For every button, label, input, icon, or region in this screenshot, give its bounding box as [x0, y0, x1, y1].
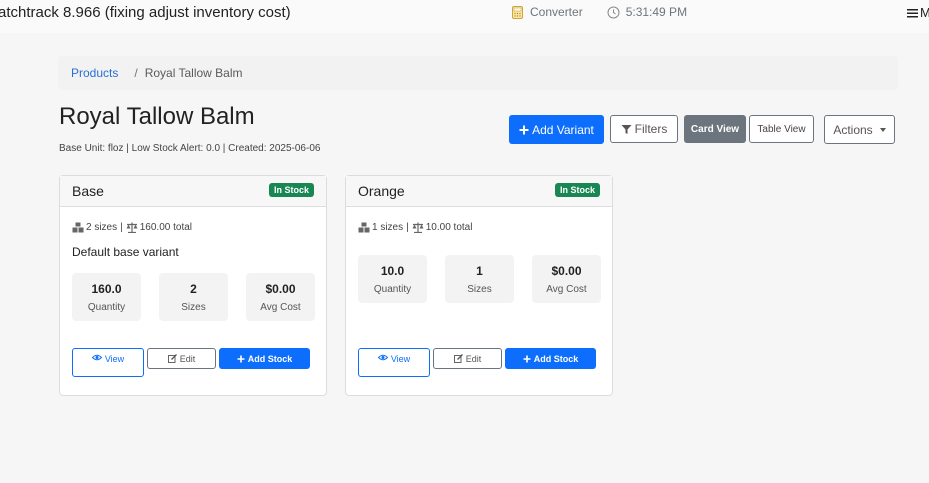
calculator-icon	[512, 5, 523, 19]
view-label: View	[104, 354, 125, 364]
card-header: Base In Stock	[60, 176, 326, 207]
variant-stats: 160.0 Quantity 2 Sizes $0.00 Avg Cost	[72, 273, 315, 321]
variant-card: Orange In Stock 1 sizes | 10.00 total 10…	[345, 175, 613, 396]
plus-icon	[523, 355, 531, 362]
sizes-count: 1 sizes	[372, 222, 404, 233]
breadcrumb-current: Royal Tallow Balm	[144, 66, 243, 80]
converter-label: Converter	[530, 5, 583, 19]
edit-icon	[453, 354, 463, 363]
stat-label: Avg Cost	[546, 283, 587, 295]
stat-label: Sizes	[467, 283, 492, 295]
menu-label: M	[920, 5, 929, 20]
actions-dropdown[interactable]: Actions	[824, 115, 895, 144]
add-variant-label: Add Variant	[532, 122, 594, 137]
card-actions: View Edit Add Stock	[72, 348, 310, 377]
stat-value: 2	[190, 281, 197, 296]
variant-name: Orange	[358, 183, 405, 199]
variant-description: Default base variant	[72, 245, 179, 259]
stat-sizes: 2 Sizes	[159, 273, 228, 321]
card-view-button[interactable]: Card View	[684, 115, 746, 143]
edit-button[interactable]: Edit	[433, 348, 502, 369]
chevron-down-icon	[879, 127, 886, 132]
filters-label: Filters	[634, 122, 668, 136]
summary-separator: |	[120, 222, 123, 233]
variant-name: Base	[72, 183, 104, 199]
eye-icon	[91, 354, 102, 361]
table-view-button[interactable]: Table View	[749, 115, 814, 143]
stat-value: 1	[476, 263, 483, 278]
add-variant-button[interactable]: Add Variant	[509, 115, 604, 144]
stat-value: 160.0	[91, 281, 122, 296]
total-quantity: 160.00 total	[139, 222, 192, 233]
menu-button[interactable]: M	[907, 5, 929, 20]
boxes-icon	[72, 222, 84, 233]
stat-label: Quantity	[87, 301, 126, 313]
view-button[interactable]: View	[72, 348, 144, 377]
breadcrumb: Products / Royal Tallow Balm	[58, 56, 898, 90]
stat-avg-cost: $0.00 Avg Cost	[532, 255, 601, 303]
stat-value: 10.0	[380, 263, 405, 278]
stat-value: $0.00	[551, 263, 582, 278]
breadcrumb-separator: /	[134, 66, 138, 80]
stat-value: $0.00	[265, 281, 296, 296]
card-actions: View Edit Add Stock	[358, 348, 596, 377]
filter-icon	[621, 124, 632, 134]
top-center-items: Converter 5:31:49 PM	[511, 5, 687, 19]
filters-button[interactable]: Filters	[610, 115, 678, 143]
add-stock-label: Add Stock	[533, 353, 579, 364]
card-header: Orange In Stock	[346, 176, 612, 207]
stat-label: Avg Cost	[260, 301, 301, 313]
view-label: View	[390, 354, 411, 364]
add-stock-button[interactable]: Add Stock	[219, 348, 310, 369]
clock-icon	[607, 6, 620, 18]
actions-label: Actions	[833, 122, 873, 137]
view-button[interactable]: View	[358, 348, 430, 377]
clock-time: 5:31:49 PM	[625, 5, 688, 19]
plus-icon	[237, 355, 245, 362]
eye-icon	[377, 354, 388, 361]
add-stock-label: Add Stock	[247, 353, 293, 364]
stat-quantity: 10.0 Quantity	[358, 255, 427, 303]
balance-scale-icon	[412, 222, 424, 233]
stat-sizes: 1 Sizes	[445, 255, 514, 303]
plus-icon	[519, 125, 529, 134]
edit-icon	[167, 354, 177, 363]
status-badge: In Stock	[554, 183, 600, 197]
app-title: atchtrack 8.966 (fixing adjust inventory…	[0, 4, 291, 21]
edit-label: Edit	[465, 353, 482, 364]
stat-quantity: 160.0 Quantity	[72, 273, 141, 321]
balance-scale-icon	[126, 222, 138, 233]
variant-card: Base In Stock 2 sizes | 160.00 total Def…	[59, 175, 327, 396]
variant-stats: 10.0 Quantity 1 Sizes $0.00 Avg Cost	[358, 255, 601, 303]
stat-avg-cost: $0.00 Avg Cost	[246, 273, 315, 321]
boxes-icon	[358, 222, 370, 233]
variant-summary: 2 sizes | 160.00 total	[72, 222, 192, 233]
page-title: Royal Tallow Balm	[59, 103, 255, 130]
total-quantity: 10.00 total	[425, 222, 473, 233]
summary-separator: |	[406, 222, 409, 233]
edit-label: Edit	[179, 353, 196, 364]
converter-link[interactable]: Converter	[511, 5, 583, 19]
menu-icon	[907, 8, 918, 17]
stat-label: Quantity	[373, 283, 412, 295]
status-badge: In Stock	[268, 183, 314, 197]
add-stock-button[interactable]: Add Stock	[505, 348, 596, 369]
stat-label: Sizes	[181, 301, 206, 313]
clock: 5:31:49 PM	[607, 5, 687, 19]
top-bar: atchtrack 8.966 (fixing adjust inventory…	[0, 0, 929, 33]
variant-summary: 1 sizes | 10.00 total	[358, 222, 472, 233]
edit-button[interactable]: Edit	[147, 348, 216, 369]
breadcrumb-products-link[interactable]: Products	[71, 66, 118, 80]
sizes-count: 2 sizes	[86, 222, 118, 233]
page-meta: Base Unit: floz | Low Stock Alert: 0.0 |…	[59, 143, 321, 154]
